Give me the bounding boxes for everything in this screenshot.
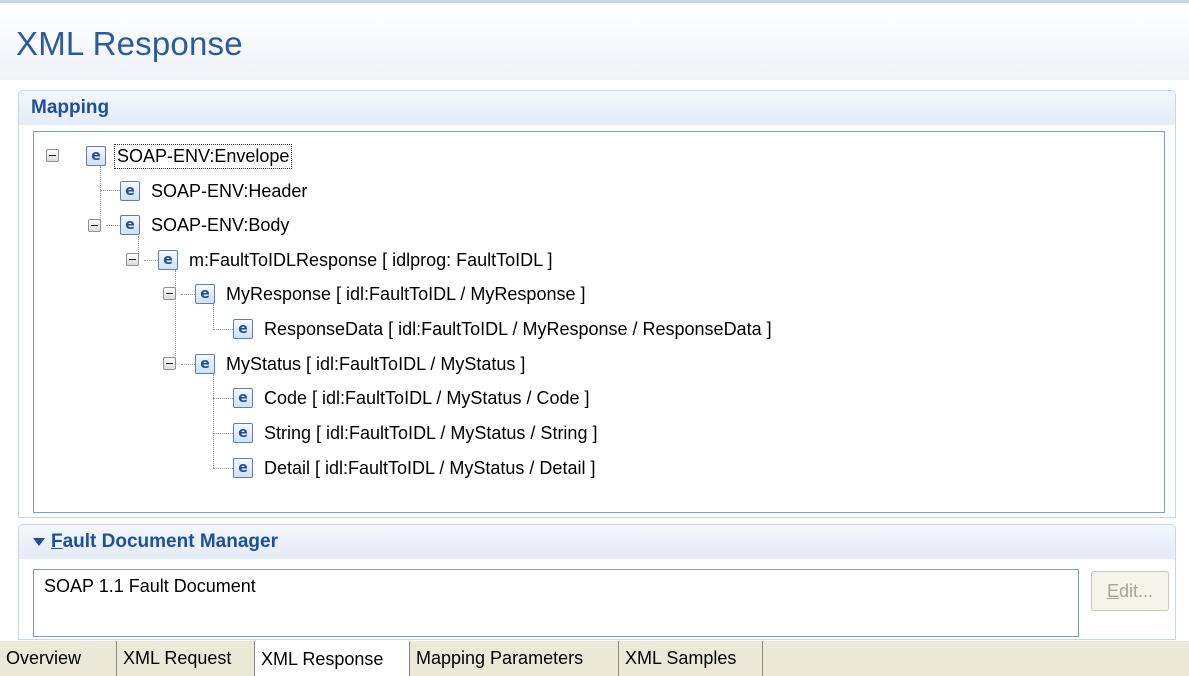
element-icon: e bbox=[158, 250, 178, 270]
tree-node-label: ResponseData [ idl:FaultToIDL / MyRespon… bbox=[264, 318, 772, 339]
element-icon: e bbox=[86, 146, 106, 166]
mapping-section: Mapping e SOAP-ENV:Envelope e SOAP-ENV:H… bbox=[18, 90, 1176, 518]
tree-connector bbox=[100, 166, 101, 226]
page-header: XML Response bbox=[0, 0, 1189, 80]
tree-node-label: String [ idl:FaultToIDL / MyStatus / Str… bbox=[264, 422, 598, 443]
collapse-toggle-myresponse[interactable] bbox=[163, 287, 176, 300]
edit-button[interactable]: Edit... bbox=[1091, 571, 1169, 611]
element-icon: e bbox=[120, 181, 140, 201]
element-icon: e bbox=[195, 354, 215, 374]
element-icon: e bbox=[233, 388, 253, 408]
tree-connector bbox=[181, 294, 195, 295]
tree-node-responsedata[interactable]: e ResponseData [ idl:FaultToIDL / MyResp… bbox=[233, 314, 774, 344]
tree-node-label: MyStatus [ idl:FaultToIDL / MyStatus ] bbox=[226, 353, 526, 374]
page-title: XML Response bbox=[16, 25, 243, 62]
xml-response-editor: XML Response Mapping e SOAP-ENV:Envelope… bbox=[0, 0, 1189, 676]
fault-document-manager-section: Fault Document Manager SOAP 1.1 Fault Do… bbox=[18, 524, 1176, 640]
tree-node-header[interactable]: e SOAP-ENV:Header bbox=[120, 176, 309, 206]
tree-node-mystatus[interactable]: e MyStatus [ idl:FaultToIDL / MyStatus ] bbox=[195, 349, 527, 379]
fault-section-title-rest: ault Document Manager bbox=[62, 531, 278, 552]
element-icon: e bbox=[233, 319, 253, 339]
tree-connector bbox=[100, 190, 120, 191]
element-icon: e bbox=[195, 284, 215, 304]
collapse-toggle-mystatus[interactable] bbox=[163, 357, 176, 370]
tree-node-body[interactable]: e SOAP-ENV:Body bbox=[120, 210, 291, 240]
fault-document-list[interactable]: SOAP 1.1 Fault Document bbox=[33, 569, 1079, 637]
edit-button-mnemonic: E bbox=[1106, 581, 1119, 601]
tree-node-faulttoidlresponse[interactable]: e m:FaultToIDLResponse [ idlprog: FaultT… bbox=[158, 245, 555, 275]
tree-node-label: SOAP-ENV:Body bbox=[151, 214, 290, 235]
mapping-section-title: Mapping bbox=[31, 97, 110, 118]
fault-section-title-mnemonic: F bbox=[51, 531, 63, 552]
fault-section-title[interactable]: Fault Document Manager bbox=[51, 531, 278, 553]
tab-mapping-parameters[interactable]: Mapping Parameters bbox=[410, 641, 619, 676]
tree-connector bbox=[213, 329, 233, 330]
element-icon: e bbox=[120, 215, 140, 235]
tree-connector bbox=[106, 225, 120, 226]
tree-node-myresponse[interactable]: e MyResponse [ idl:FaultToIDL / MyRespon… bbox=[195, 279, 587, 309]
element-icon: e bbox=[233, 458, 253, 478]
tree-node-detail[interactable]: e Detail [ idl:FaultToIDL / MyStatus / D… bbox=[233, 453, 597, 483]
tree-connector bbox=[144, 260, 158, 261]
tree-connector bbox=[213, 398, 233, 399]
tree-connector bbox=[213, 468, 233, 469]
collapse-arrow-icon[interactable] bbox=[33, 538, 45, 546]
tab-overview[interactable]: Overview bbox=[0, 641, 117, 676]
tab-xml-request[interactable]: XML Request bbox=[117, 641, 255, 676]
tree-node-code[interactable]: e Code [ idl:FaultToIDL / MyStatus / Cod… bbox=[233, 383, 591, 413]
tab-xml-samples[interactable]: XML Samples bbox=[619, 641, 763, 676]
tree-node-label: SOAP-ENV:Header bbox=[151, 180, 308, 201]
tree-node-label: SOAP-ENV:Envelope bbox=[113, 143, 293, 169]
tree-node-label: m:FaultToIDLResponse [ idlprog: FaultToI… bbox=[189, 249, 553, 270]
element-icon: e bbox=[233, 423, 253, 443]
tree-node-string[interactable]: e String [ idl:FaultToIDL / MyStatus / S… bbox=[233, 418, 599, 448]
mapping-tree[interactable]: e SOAP-ENV:Envelope e SOAP-ENV:Header e … bbox=[33, 131, 1165, 513]
tree-node-label: Detail [ idl:FaultToIDL / MyStatus / Det… bbox=[264, 457, 596, 478]
tree-connector bbox=[175, 270, 176, 364]
tree-connector bbox=[213, 433, 233, 434]
tree-connector bbox=[213, 374, 214, 468]
edit-button-rest: dit... bbox=[1119, 581, 1154, 601]
fault-section-header[interactable]: Fault Document Manager bbox=[19, 525, 1175, 559]
tree-node-envelope[interactable]: e SOAP-ENV:Envelope bbox=[86, 141, 293, 171]
mapping-section-header: Mapping bbox=[19, 91, 1175, 125]
tab-xml-response[interactable]: XML Response bbox=[255, 641, 410, 676]
fault-document-item[interactable]: SOAP 1.1 Fault Document bbox=[44, 576, 256, 597]
collapse-toggle-faulttoidlresponse[interactable] bbox=[126, 253, 139, 266]
editor-tab-bar: Overview XML Request XML Response Mappin… bbox=[0, 640, 1189, 676]
tree-connector bbox=[181, 364, 195, 365]
collapse-toggle-envelope[interactable] bbox=[46, 149, 59, 162]
tree-node-label: MyResponse [ idl:FaultToIDL / MyResponse… bbox=[226, 283, 586, 304]
collapse-toggle-body[interactable] bbox=[88, 219, 101, 232]
tree-node-label: Code [ idl:FaultToIDL / MyStatus / Code … bbox=[264, 387, 590, 408]
